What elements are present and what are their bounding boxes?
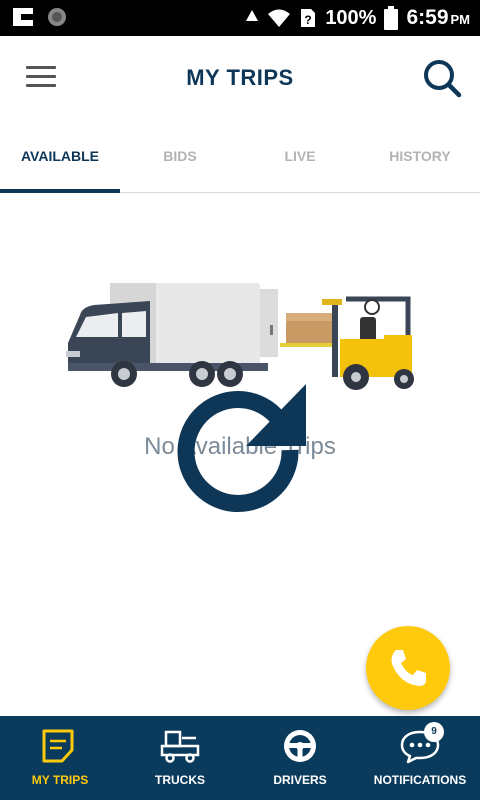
tab-available[interactable]: AVAILABLE xyxy=(0,122,120,193)
tab-label: HISTORY xyxy=(389,148,451,164)
truck-forklift-illustration xyxy=(66,283,414,390)
nav-label: MY TRIPS xyxy=(31,773,89,787)
wifi-icon xyxy=(268,9,291,27)
phone-icon xyxy=(391,650,426,686)
nav-notifications[interactable]: 9 NOTIFICATIONS xyxy=(360,716,480,800)
nav-trucks[interactable]: TRUCKS xyxy=(120,716,240,800)
sync-notification-icon xyxy=(48,8,66,26)
clock-ampm: PM xyxy=(450,12,471,27)
status-bar: ? 100% 6:59 PM xyxy=(0,0,480,36)
call-button[interactable] xyxy=(366,626,450,710)
tab-history[interactable]: HISTORY xyxy=(360,122,480,192)
truck-icon xyxy=(160,730,200,763)
tab-live[interactable]: LIVE xyxy=(240,122,360,192)
nav-label: NOTIFICATIONS xyxy=(373,773,467,787)
sim-icon: ? xyxy=(301,9,316,27)
status-left-icons xyxy=(10,6,68,28)
svg-text:?: ? xyxy=(305,13,312,27)
bottom-navigation: MY TRIPS TRUCKS DRIVERS 9 NOTIFICATIONS xyxy=(0,716,480,800)
battery-percent: 100% xyxy=(325,6,377,29)
clock: 6:59 PM xyxy=(406,6,470,30)
refresh-icon[interactable] xyxy=(172,384,308,520)
nav-label: DRIVERS xyxy=(273,773,327,787)
tab-label: BIDS xyxy=(163,148,197,164)
nav-label: TRUCKS xyxy=(155,773,205,787)
tab-label: LIVE xyxy=(284,148,316,164)
search-icon[interactable] xyxy=(422,58,462,98)
app-bar: MY TRIPS xyxy=(0,36,480,122)
nav-my-trips[interactable]: MY TRIPS xyxy=(0,716,120,800)
vibrate-icon xyxy=(246,10,259,21)
battery-icon xyxy=(384,6,399,30)
nav-drivers[interactable]: DRIVERS xyxy=(240,716,360,800)
app-notification-icon xyxy=(13,8,33,26)
tab-label: AVAILABLE xyxy=(20,148,100,164)
page-title: MY TRIPS xyxy=(186,65,294,90)
status-right: ? 100% 6:59 PM xyxy=(245,0,470,36)
trips-icon xyxy=(42,729,74,763)
tab-bids[interactable]: BIDS xyxy=(120,122,240,192)
notification-badge: 9 xyxy=(424,722,444,742)
trip-tabs: AVAILABLE BIDS LIVE HISTORY xyxy=(0,122,480,193)
steering-wheel-icon xyxy=(284,730,316,762)
clock-time: 6:59 xyxy=(406,6,449,29)
